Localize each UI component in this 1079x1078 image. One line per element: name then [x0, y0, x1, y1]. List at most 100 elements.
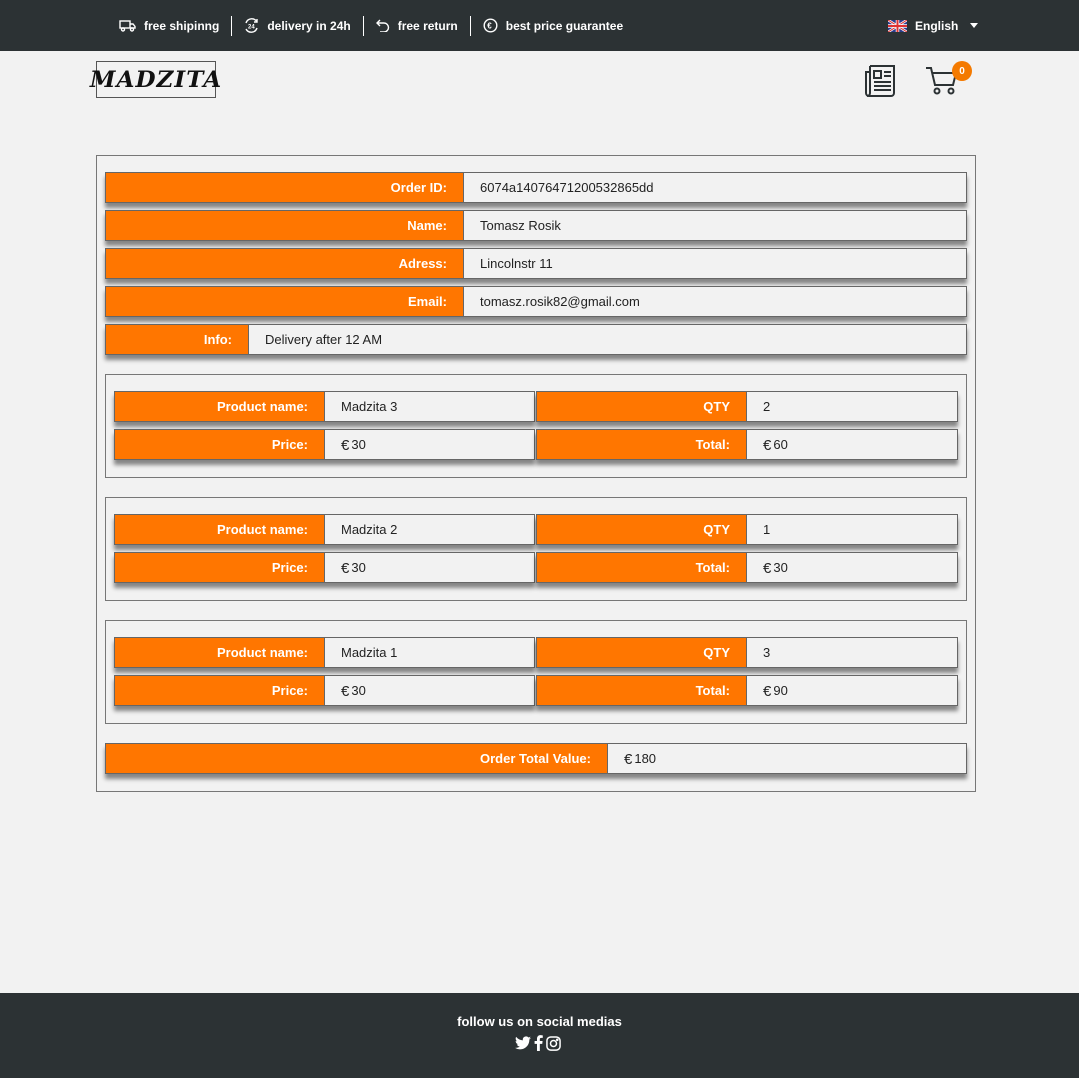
- qty-row: QTY 2: [536, 391, 958, 422]
- product-name-row: Product name: Madzita 2: [114, 514, 535, 545]
- euro-icon: €: [341, 560, 350, 577]
- truck-icon: [119, 20, 136, 32]
- top-bar: free shipinng 24 delivery in 24h free re…: [0, 0, 1079, 51]
- product-name-row: Product name: Madzita 3: [114, 391, 535, 422]
- qty-value: 1: [763, 522, 771, 537]
- product-card: Product name: Madzita 1 QTY 3 Price: €30…: [105, 620, 967, 724]
- product-name-value: Madzita 1: [341, 645, 398, 660]
- total-label: Total:: [537, 430, 747, 459]
- qty-row: QTY 1: [536, 514, 958, 545]
- total-value: €90: [747, 676, 788, 705]
- instagram-icon[interactable]: [546, 1035, 561, 1051]
- order-id-value: 6074a14076471200532865dd: [480, 180, 654, 195]
- product-card: Product name: Madzita 2 QTY 1 Price: €30…: [105, 497, 967, 601]
- euro-icon: €: [763, 437, 772, 454]
- email-label: Email:: [106, 287, 464, 316]
- total-label: Total:: [537, 553, 747, 582]
- feature-delivery-24h: 24 delivery in 24h: [232, 15, 364, 36]
- product-name-label: Product name:: [115, 638, 325, 667]
- product-name-value: Madzita 2: [341, 522, 398, 537]
- price-row: Price: €30: [114, 552, 535, 583]
- feature-label: delivery in 24h: [267, 18, 351, 33]
- product-name-row: Product name: Madzita 1: [114, 637, 535, 668]
- price-row: Price: €30: [114, 675, 535, 706]
- price-amount: 30: [351, 437, 366, 452]
- qty-label: QTY: [537, 638, 747, 667]
- order-id-label: Order ID:: [106, 173, 464, 202]
- email-row: Email: tomasz.rosik82@gmail.com: [105, 286, 967, 317]
- language-label: English: [915, 18, 959, 33]
- order-total-amount: 180: [634, 751, 657, 766]
- feature-label: free return: [397, 18, 458, 33]
- order-id-row: Order ID: 6074a14076471200532865dd: [105, 172, 967, 203]
- total-value: €30: [747, 553, 788, 582]
- euro-icon: €: [763, 683, 772, 700]
- price-label: Price:: [115, 553, 325, 582]
- uk-flag-icon: [888, 19, 907, 32]
- newspaper-icon[interactable]: [865, 64, 899, 97]
- price-amount: 30: [351, 560, 366, 575]
- order-total-row: Order Total Value: €180: [105, 743, 967, 774]
- order-total-label: Order Total Value:: [106, 744, 608, 773]
- chevron-down-icon: [970, 23, 979, 28]
- address-row: Adress: Lincolnstr 11: [105, 248, 967, 279]
- qty-value: 2: [763, 399, 771, 414]
- info-label: Info:: [106, 325, 249, 354]
- info-value: Delivery after 12 AM: [265, 332, 383, 347]
- twitter-icon[interactable]: [515, 1036, 531, 1050]
- language-selector[interactable]: English: [888, 0, 979, 51]
- footer-text: follow us on social medias: [457, 1014, 622, 1029]
- qty-label: QTY: [537, 515, 747, 544]
- euro-circle-icon: €: [483, 18, 498, 33]
- total-value: €60: [747, 430, 788, 459]
- price-value: €30: [325, 430, 366, 459]
- qty-row: QTY 3: [536, 637, 958, 668]
- name-row: Name: Tomasz Rosik: [105, 210, 967, 241]
- email-value: tomasz.rosik82@gmail.com: [480, 294, 640, 309]
- order-total-value: €180: [608, 744, 656, 773]
- qty-value: 3: [763, 645, 771, 660]
- euro-icon: €: [341, 437, 350, 454]
- feature-best-price: € best price guarantee: [471, 16, 635, 36]
- svg-text:€: €: [487, 22, 492, 31]
- price-row: Price: €30: [114, 429, 535, 460]
- return-arrow-icon: [375, 19, 389, 32]
- info-row: Info: Delivery after 12 AM: [105, 324, 967, 355]
- order-details-panel: Order ID: 6074a14076471200532865dd Name:…: [96, 155, 976, 792]
- feature-label: best price guarantee: [505, 18, 624, 33]
- total-row: Total: €90: [536, 675, 958, 706]
- total-amount: 90: [773, 683, 788, 698]
- feature-label: free shipinng: [144, 18, 220, 33]
- social-links: [515, 1035, 564, 1051]
- cart-count-badge: 0: [952, 61, 972, 81]
- qty-label: QTY: [537, 392, 747, 421]
- address-label: Adress:: [106, 249, 464, 278]
- price-label: Price:: [115, 430, 325, 459]
- product-name-label: Product name:: [115, 392, 325, 421]
- feature-list: free shipinng 24 delivery in 24h free re…: [119, 0, 635, 51]
- euro-icon: €: [624, 751, 633, 768]
- logo-text: MADZITA: [89, 66, 223, 93]
- total-label: Total:: [537, 676, 747, 705]
- total-amount: 30: [773, 560, 788, 575]
- price-label: Price:: [115, 676, 325, 705]
- feature-free-return: free return: [364, 15, 471, 36]
- euro-icon: €: [341, 683, 350, 700]
- address-value: Lincolnstr 11: [480, 256, 553, 271]
- price-value: €30: [325, 676, 366, 705]
- name-value: Tomasz Rosik: [480, 218, 561, 233]
- price-value: €30: [325, 553, 366, 582]
- footer: follow us on social medias: [0, 993, 1079, 1078]
- price-amount: 30: [351, 683, 366, 698]
- facebook-icon[interactable]: [534, 1035, 543, 1051]
- total-row: Total: €30: [536, 552, 958, 583]
- product-name-value: Madzita 3: [341, 399, 398, 414]
- feature-free-shipping: free shipinng: [119, 15, 233, 36]
- product-card: Product name: Madzita 3 QTY 2 Price: €30…: [105, 374, 967, 478]
- name-label: Name:: [106, 211, 464, 240]
- logo[interactable]: MADZITA: [90, 61, 221, 98]
- product-name-label: Product name:: [115, 515, 325, 544]
- total-row: Total: €60: [536, 429, 958, 460]
- euro-icon: €: [763, 560, 772, 577]
- svg-text:24: 24: [248, 25, 255, 31]
